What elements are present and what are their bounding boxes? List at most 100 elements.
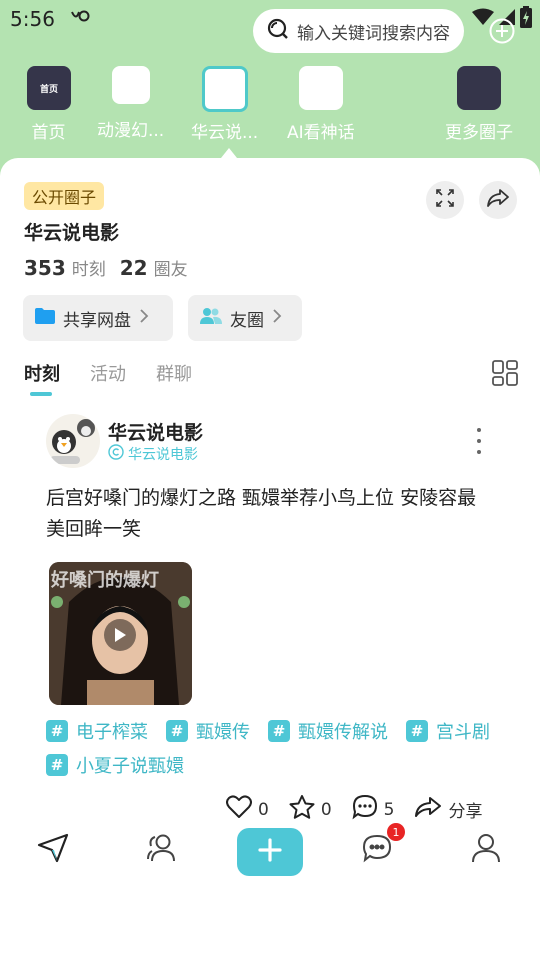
nav-profile[interactable] [466, 830, 506, 870]
battery-icon [520, 6, 532, 32]
circle-label: 动漫幻... [97, 121, 165, 141]
circle-sheet: 公开圈子 华云说电影 353 时刻 22 圈友 共享网盘 友圈 时刻 活动 群聊… [0, 158, 540, 960]
circle-title: 华云说电影 [24, 222, 120, 244]
circle-thumb [111, 66, 150, 104]
hashtag-icon: # [268, 720, 290, 742]
selection-pointer [221, 148, 237, 158]
moments-count: 353 [24, 256, 66, 280]
share-post-button[interactable]: 分享 [414, 796, 482, 823]
hashtag-icon: # [46, 754, 68, 776]
comment-count: 5 [383, 799, 395, 820]
paper-plane-icon [37, 833, 69, 867]
tag-list: # 电子榨菜 # 甄嬛传 # 甄嬛传解说 # 宫斗剧 # 小夏子说甄嬛 [46, 718, 506, 778]
tag-item[interactable]: # 甄嬛传 [166, 718, 250, 744]
circle-label: 首页 [31, 123, 66, 143]
like-count: 0 [258, 799, 269, 820]
circle-item-ai-myth[interactable]: AI看神话 [287, 66, 355, 143]
like-button[interactable]: 0 [226, 795, 269, 824]
star-icon [289, 795, 315, 824]
share-icon [486, 188, 510, 212]
post-subtitle: 华云说电影 [108, 444, 198, 464]
hashtag-icon: # [166, 720, 188, 742]
notification-badge: 1 [387, 823, 405, 841]
tag-label: 宫斗剧 [436, 722, 490, 743]
create-post-button[interactable] [237, 828, 303, 876]
home-thumb: 首页 [27, 66, 71, 110]
add-circle-icon[interactable] [489, 18, 515, 44]
friends-icon [146, 833, 178, 867]
tag-item[interactable]: # 电子榨菜 [46, 718, 148, 744]
favorite-button[interactable]: 0 [289, 795, 332, 824]
search-placeholder: 输入关键词搜索内容 [297, 23, 450, 44]
user-icon [471, 833, 501, 867]
bottom-nav: 1 [0, 823, 540, 886]
tab-activities[interactable]: 活动 [90, 360, 126, 386]
chevron-right-icon [139, 308, 149, 328]
search-icon [267, 18, 289, 44]
hashtag-icon: # [406, 720, 428, 742]
friend-circle-label: 友圈 [230, 310, 264, 331]
content-tabs: 时刻 活动 群聊 [24, 360, 192, 396]
circle-thumb-selected [201, 66, 248, 112]
circle-switcher: 首页 首页 动漫幻... 华云说... AI看神话 更多圈子 [0, 66, 540, 156]
post-actions: 0 0 5 分享 [226, 794, 482, 825]
share-circle-button[interactable] [479, 181, 517, 219]
shared-drive-button[interactable]: 共享网盘 [23, 295, 173, 341]
status-time: 5:56 [10, 7, 55, 31]
friend-circle-button[interactable]: 友圈 [188, 295, 302, 341]
circle-item-more[interactable]: 更多圈子 [445, 66, 513, 143]
circle-label: 华云说... [191, 123, 259, 143]
comment-button[interactable]: 5 [352, 794, 395, 825]
heart-icon [226, 795, 252, 824]
more-options-icon[interactable] [472, 428, 486, 454]
post-author[interactable]: 华云说电影 [108, 418, 203, 445]
members-count: 22 [119, 256, 148, 280]
public-badge: 公开圈子 [24, 182, 105, 210]
home-thumb-text: 首页 [39, 84, 58, 95]
favorite-count: 0 [320, 799, 332, 820]
moments-label: 时刻 [71, 260, 106, 280]
tag-label: 小夏子说甄嬛 [76, 756, 184, 777]
video-overlay-text: 好嗓门的爆灯 [51, 570, 159, 591]
plus-icon [257, 837, 283, 867]
nfc-icon [70, 9, 90, 27]
play-icon[interactable] [104, 619, 136, 651]
chat-icon [361, 833, 393, 867]
chevron-right-icon [272, 308, 282, 328]
tag-label: 甄嬛传 [196, 722, 250, 743]
share-label: 分享 [448, 802, 483, 822]
circle-item-huayun[interactable]: 华云说... [191, 66, 258, 143]
copyright-icon [108, 444, 124, 464]
tag-label: 甄嬛传解说 [298, 722, 388, 743]
post-text: 后宫好嗓门的爆灯之路 甄嬛举荐小鸟上位 安陵容最美回眸一笑 [46, 487, 477, 540]
circle-label: 更多圈子 [445, 123, 513, 143]
circle-stats: 353 时刻 22 圈友 [24, 255, 196, 280]
circle-thumb [298, 66, 343, 110]
comment-icon [352, 794, 378, 825]
post-subtitle-text: 华云说电影 [128, 447, 198, 463]
search-input[interactable]: 输入关键词搜索内容 [253, 9, 464, 53]
circle-label: AI看神话 [287, 123, 355, 143]
hashtag-icon: # [46, 720, 68, 742]
tab-group-chat[interactable]: 群聊 [156, 360, 192, 386]
circle-item-anime[interactable]: 动漫幻... [97, 66, 164, 141]
users-icon [200, 307, 222, 330]
members-label: 圈友 [153, 260, 188, 280]
tab-moments[interactable]: 时刻 [24, 360, 60, 396]
circle-thumb [457, 66, 501, 110]
expand-button[interactable] [426, 181, 464, 219]
avatar[interactable] [46, 414, 100, 468]
tag-label: 电子榨菜 [76, 722, 148, 743]
tag-item[interactable]: # 甄嬛传解说 [268, 718, 388, 744]
expand-icon [436, 189, 454, 211]
share-icon [414, 796, 442, 823]
tag-item[interactable]: # 小夏子说甄嬛 [46, 752, 184, 778]
shared-drive-label: 共享网盘 [63, 310, 131, 331]
folder-icon [35, 307, 55, 330]
nav-discover[interactable] [33, 830, 73, 870]
grid-view-icon[interactable] [492, 360, 518, 386]
tag-item[interactable]: # 宫斗剧 [406, 718, 490, 744]
circle-item-home[interactable]: 首页 首页 [27, 66, 71, 143]
nav-friends[interactable] [142, 830, 182, 870]
video-thumbnail[interactable]: 好嗓门的爆灯 [49, 562, 192, 705]
